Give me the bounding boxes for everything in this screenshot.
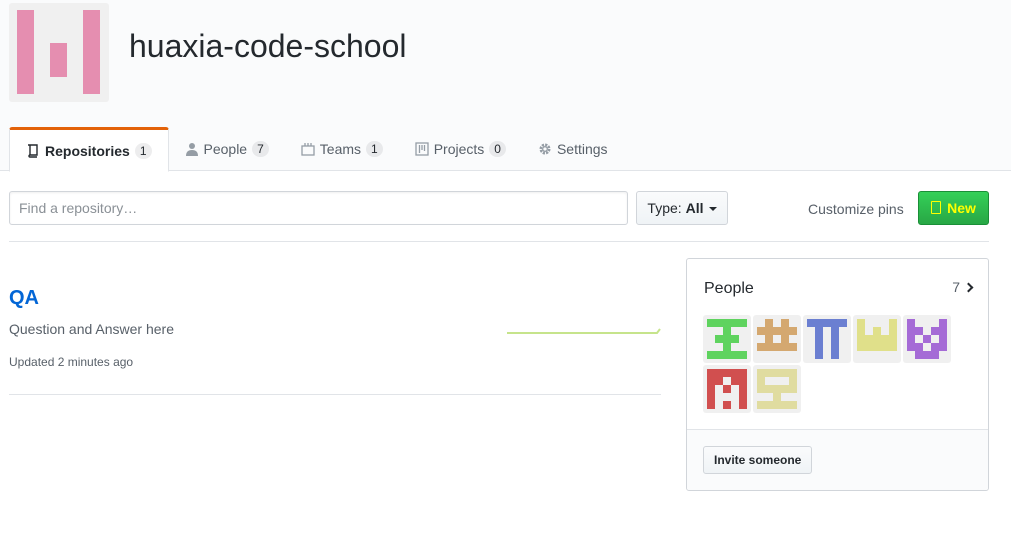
people-box-title: People xyxy=(704,280,754,297)
people-count: 7 xyxy=(952,279,960,295)
org-name: huaxia-code-school xyxy=(129,28,407,64)
tab-label: People xyxy=(203,141,248,157)
tab-repositories[interactable]: Repositories 1 xyxy=(9,127,169,172)
customize-pins-link[interactable]: Customize pins xyxy=(808,201,904,217)
find-repository-input[interactable] xyxy=(9,191,628,225)
member-avatars xyxy=(703,315,963,415)
org-avatar xyxy=(9,3,109,102)
tab-counter: 0 xyxy=(489,141,506,157)
new-button-label: New xyxy=(947,200,976,216)
activity-sparkline xyxy=(507,328,661,334)
repo-icon xyxy=(26,143,40,158)
type-filter-value: All xyxy=(685,200,704,216)
tab-counter: 1 xyxy=(366,141,383,157)
people-count-link[interactable]: 7 xyxy=(952,279,974,295)
avatar-shape xyxy=(83,10,100,94)
tab-label: Settings xyxy=(556,141,608,157)
people-sidebar-box: People 7 Invite someone xyxy=(686,258,989,491)
avatar-shape xyxy=(17,10,34,94)
tab-label: Repositories xyxy=(45,142,130,159)
tab-counter: 1 xyxy=(134,142,152,159)
member-avatar[interactable] xyxy=(853,315,901,363)
repository-name-link[interactable]: QA xyxy=(9,287,661,310)
tab-settings[interactable]: Settings xyxy=(522,127,624,171)
invite-someone-button[interactable]: Invite someone xyxy=(703,446,813,474)
repository-list-item: QA Question and Answer here Updated 2 mi… xyxy=(9,287,661,395)
type-filter-dropdown[interactable]: Type: All xyxy=(636,191,728,225)
chevron-right-icon xyxy=(963,282,974,292)
member-avatar[interactable] xyxy=(753,315,801,363)
org-header: huaxia-code-school Repositories 1 People… xyxy=(0,0,1011,172)
avatar-shape xyxy=(50,43,67,77)
type-filter-label: Type: xyxy=(647,200,682,216)
repository-updated-time: Updated 2 minutes ago xyxy=(9,355,134,369)
people-box-footer: Invite someone xyxy=(687,429,988,490)
member-avatar[interactable] xyxy=(753,365,801,413)
new-repository-button[interactable]: New xyxy=(918,191,989,225)
team-icon xyxy=(301,142,315,156)
person-icon xyxy=(185,142,199,156)
member-avatar[interactable] xyxy=(803,315,851,363)
project-icon xyxy=(415,142,429,156)
tab-counter: 7 xyxy=(252,141,269,157)
member-avatar[interactable] xyxy=(903,315,951,363)
caret-down-icon xyxy=(708,207,717,211)
repo-icon xyxy=(931,200,942,214)
tab-label: Projects xyxy=(433,141,485,157)
tab-projects[interactable]: Projects 0 xyxy=(399,127,522,171)
member-avatar[interactable] xyxy=(703,315,751,363)
tab-teams[interactable]: Teams 1 xyxy=(285,127,399,171)
tab-people[interactable]: People 7 xyxy=(169,127,285,171)
divider xyxy=(9,241,989,242)
gear-icon xyxy=(538,142,552,156)
org-nav-tabs: Repositories 1 People 7 Teams 1 Projects… xyxy=(9,127,624,172)
tab-label: Teams xyxy=(319,141,362,157)
member-avatar[interactable] xyxy=(703,365,751,413)
